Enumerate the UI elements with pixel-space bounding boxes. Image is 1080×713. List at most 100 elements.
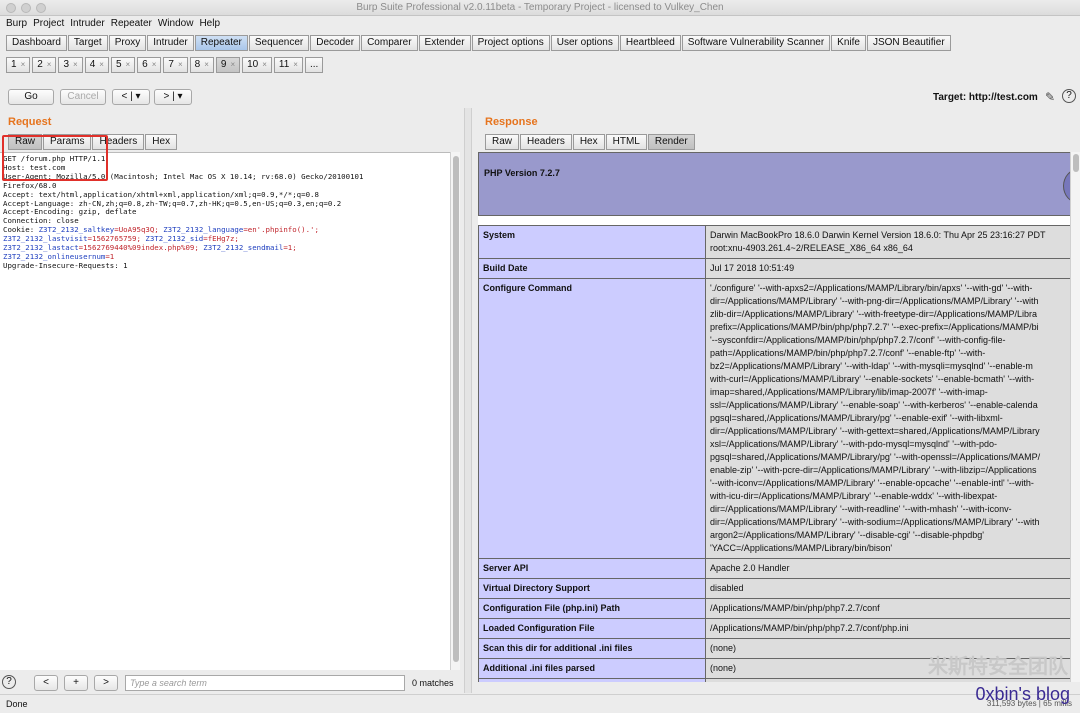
- repeater-tab-bar: 1 × 2 × 3 × 4 × 5 × 6 × 7 × 8 × 9 × 10 × 11 ×...: [0, 57, 325, 73]
- close-tab-icon[interactable]: ×: [21, 60, 26, 69]
- request-scrollbar[interactable]: [450, 152, 460, 670]
- php-info-value: /Applications/MAMP/bin/php/php7.2.7/conf…: [705, 618, 1080, 639]
- main-tab[interactable]: Heartbleed: [619, 35, 681, 51]
- menu-item[interactable]: Intruder: [70, 16, 104, 32]
- php-info-key: Build Date: [478, 258, 706, 279]
- close-tab-icon[interactable]: ×: [178, 60, 183, 69]
- search-add-button[interactable]: +: [64, 675, 88, 691]
- response-tab[interactable]: Headers: [520, 134, 572, 150]
- search-previous-button[interactable]: <: [34, 675, 58, 691]
- repeater-tab[interactable]: 6 ×: [137, 57, 162, 73]
- close-tab-icon[interactable]: ×: [99, 60, 104, 69]
- main-tab[interactable]: Comparer: [361, 35, 418, 51]
- response-scrollbar[interactable]: [1070, 152, 1080, 682]
- search-input[interactable]: Type a search term: [125, 675, 405, 691]
- repeater-tab[interactable]: 8 ×: [189, 57, 214, 73]
- main-tab[interactable]: JSON Beautifier: [866, 35, 951, 51]
- repeater-tab[interactable]: ...: [304, 57, 324, 73]
- repeater-tab[interactable]: 11 ×: [273, 57, 303, 73]
- php-info-key: Additional .ini files parsed: [478, 658, 706, 679]
- repeater-tab-label: 7: [168, 59, 174, 70]
- repeater-tab[interactable]: 7 ×: [163, 57, 188, 73]
- menu-item[interactable]: Project: [33, 16, 64, 32]
- cookie-value: =UoA95q3Q;: [114, 225, 164, 235]
- back-button[interactable]: < | ▾: [112, 89, 150, 105]
- target-label[interactable]: Target: http://test.com: [933, 92, 1038, 103]
- help-icon[interactable]: ?: [1062, 89, 1076, 103]
- close-tab-icon[interactable]: ×: [126, 60, 131, 69]
- menu-bar: Burp Project Intruder Repeater Window Help: [0, 16, 1080, 32]
- php-info-row: Virtual Directory Support disabled: [478, 578, 1080, 599]
- forward-button[interactable]: > | ▾: [154, 89, 192, 105]
- main-tab[interactable]: Repeater: [194, 35, 248, 51]
- search-next-button[interactable]: >: [94, 675, 118, 691]
- repeater-tab[interactable]: 10 ×: [242, 57, 272, 73]
- main-tab[interactable]: Extender: [418, 35, 471, 51]
- response-tab[interactable]: Render: [647, 134, 695, 150]
- php-info-row: Configuration File (php.ini) Path/Applic…: [478, 598, 1080, 619]
- watermark-blog: 0xbin's blog: [975, 684, 1071, 704]
- minimize-window-button[interactable]: [21, 3, 31, 13]
- cookie-prefix: Cookie:: [3, 225, 39, 235]
- php-info-row: Server API Apache 2.0 Handler: [478, 558, 1080, 579]
- php-info-value: 20170718: [705, 678, 1080, 682]
- repeater-tab-label: 6: [142, 59, 148, 70]
- cookie-key: Z3T2_2132_lastact: [3, 243, 79, 253]
- close-tab-icon[interactable]: ×: [73, 60, 78, 69]
- main-tab[interactable]: Target: [67, 35, 108, 51]
- close-tab-icon[interactable]: ×: [204, 60, 209, 69]
- main-tab[interactable]: Sequencer: [248, 35, 310, 51]
- request-line: Upgrade-Insecure-Requests: 1: [3, 260, 128, 270]
- main-tab[interactable]: Dashboard: [6, 35, 67, 51]
- close-tab-icon[interactable]: ×: [152, 60, 157, 69]
- response-tab[interactable]: Hex: [572, 134, 605, 150]
- main-tab[interactable]: Decoder: [310, 35, 361, 51]
- request-scroll-thumb[interactable]: [453, 156, 459, 662]
- repeater-tab-label: 10: [247, 59, 259, 70]
- close-window-button[interactable]: [6, 3, 16, 13]
- split-pane-divider[interactable]: [464, 108, 472, 693]
- cookie-value: =1562769440%09index.php%09;: [78, 243, 204, 253]
- zoom-window-button[interactable]: [36, 3, 46, 13]
- response-tab[interactable]: Raw: [485, 134, 520, 150]
- main-tab[interactable]: Software Vulnerability Scanner: [681, 35, 831, 51]
- close-tab-icon[interactable]: ×: [230, 60, 235, 69]
- php-info-value: disabled: [705, 578, 1080, 599]
- repeater-tab[interactable]: 5 ×: [110, 57, 136, 73]
- menu-item[interactable]: Window: [158, 16, 194, 32]
- repeater-tab[interactable]: 3 ×: [58, 57, 83, 73]
- php-info-key: Server API: [478, 558, 706, 579]
- cookie-value: =fEHg7z;: [203, 234, 239, 244]
- window-title: Burp Suite Professional v2.0.11beta - Te…: [356, 2, 724, 13]
- menu-item[interactable]: Help: [199, 16, 220, 32]
- repeater-tab[interactable]: 9 ×: [215, 57, 241, 73]
- repeater-tab[interactable]: 1 ×: [6, 57, 31, 73]
- search-help-icon[interactable]: ?: [2, 675, 16, 689]
- php-info-value: Jul 17 2018 10:51:49: [705, 258, 1080, 279]
- repeater-tab-label: 3: [63, 59, 70, 70]
- php-info-key: Virtual Directory Support: [478, 578, 706, 599]
- main-tab[interactable]: Project options: [471, 35, 550, 51]
- edit-target-icon[interactable]: ✎: [1045, 90, 1055, 104]
- php-info-key: Loaded Configuration File: [478, 618, 706, 639]
- cancel-button[interactable]: Cancel: [60, 89, 106, 105]
- main-tab[interactable]: User options: [550, 35, 619, 51]
- response-scroll-thumb[interactable]: [1073, 154, 1079, 172]
- close-tab-icon[interactable]: ×: [262, 60, 267, 69]
- menu-item[interactable]: Repeater: [111, 16, 152, 32]
- repeater-tab[interactable]: 2 ×: [32, 57, 57, 73]
- go-button[interactable]: Go: [8, 89, 54, 105]
- main-tab[interactable]: Intruder: [147, 35, 194, 51]
- request-editor[interactable]: GET /forum.php HTTP/1.1 Host: test.com Use…: [0, 152, 460, 670]
- response-tab[interactable]: HTML: [605, 134, 647, 150]
- close-tab-icon[interactable]: ×: [47, 60, 52, 69]
- main-tab[interactable]: Knife: [831, 35, 866, 51]
- repeater-tab[interactable]: 4 ×: [84, 57, 109, 73]
- close-tab-icon[interactable]: ×: [293, 60, 298, 69]
- cookie-value: =1562765759;: [87, 234, 146, 244]
- php-info-key: Configuration File (php.ini) Path: [478, 598, 706, 619]
- php-info-row: Configure Command './configure' '--with-a…: [478, 278, 1080, 559]
- menu-item[interactable]: Burp: [6, 16, 27, 32]
- main-tab[interactable]: Proxy: [108, 35, 147, 51]
- request-tab[interactable]: Hex: [145, 134, 178, 150]
